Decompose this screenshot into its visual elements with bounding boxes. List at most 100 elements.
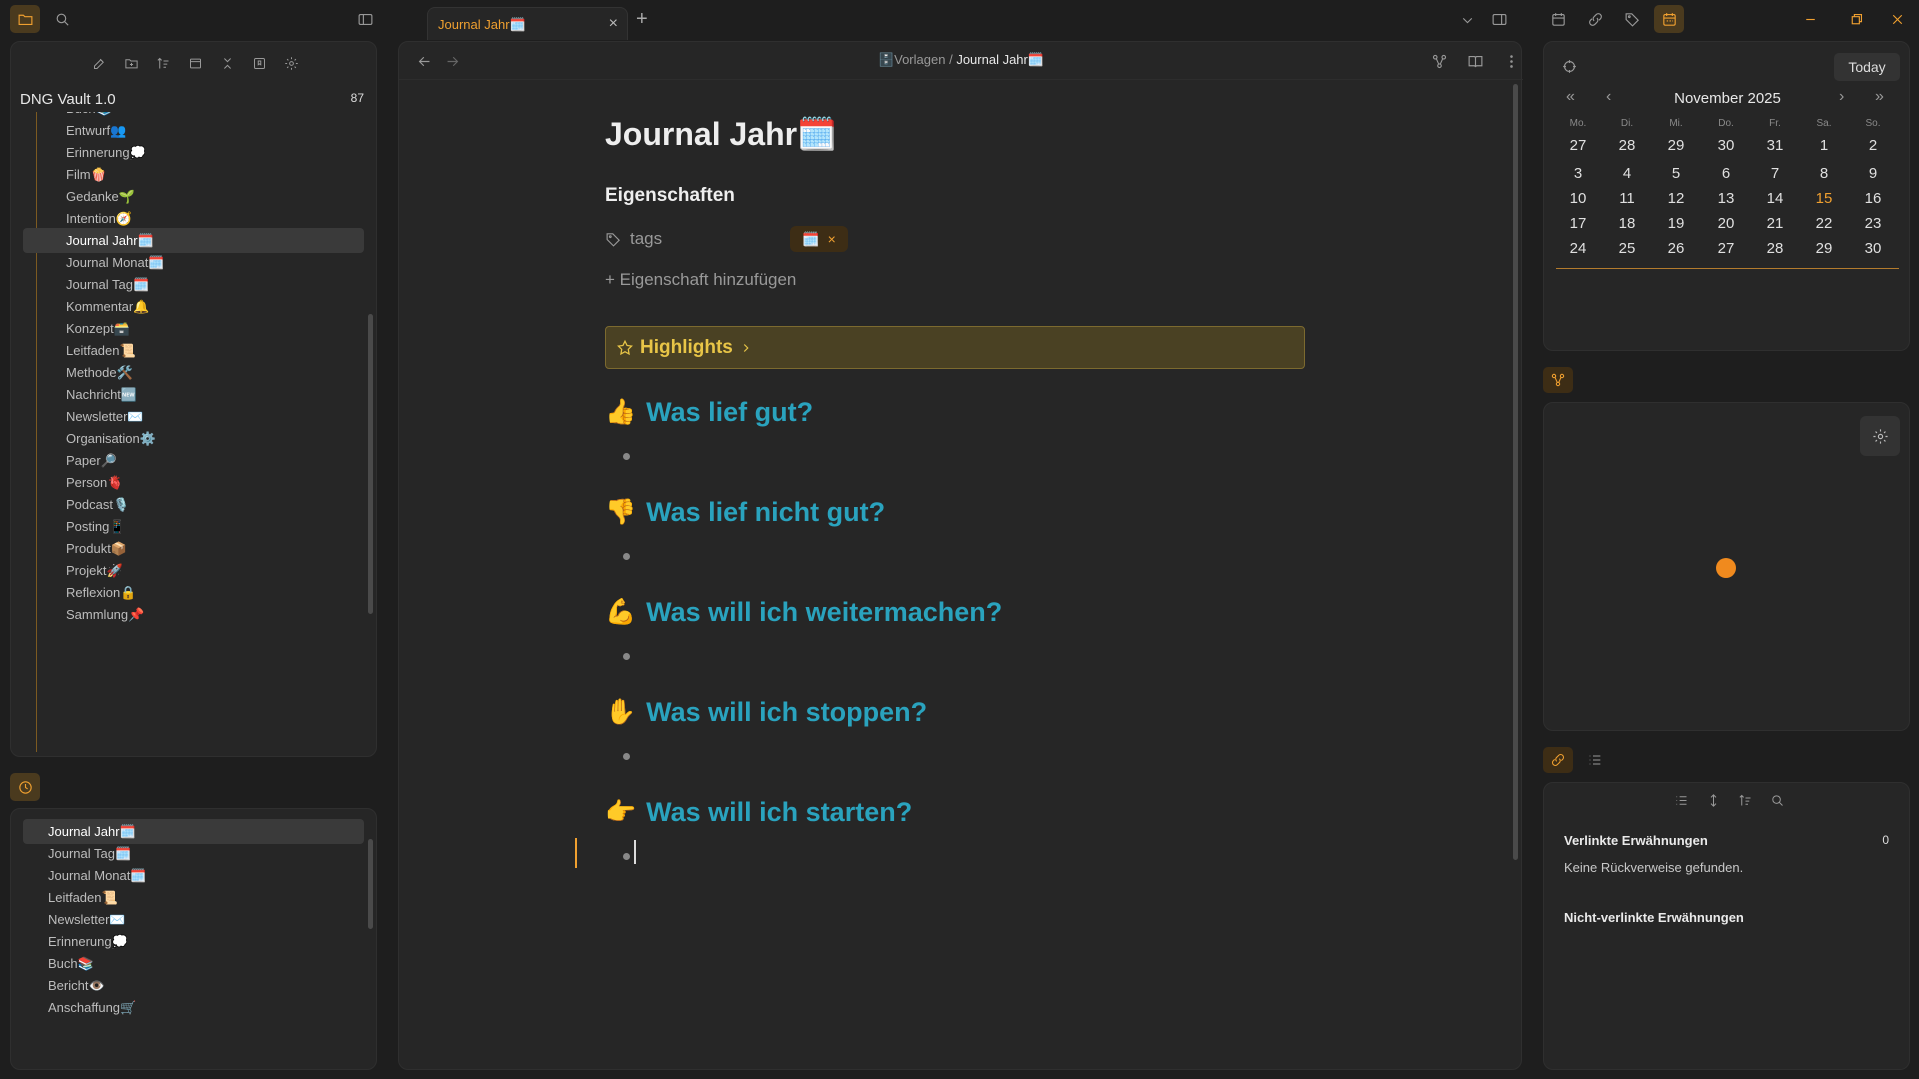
calendar-day[interactable]: 16 xyxy=(1851,190,1895,207)
tags-tab-button[interactable] xyxy=(1617,5,1647,33)
backlinks-tab-button[interactable] xyxy=(1543,747,1573,773)
section-heading[interactable]: 💪 Was will ich weitermachen? xyxy=(605,597,1002,628)
section-heading[interactable]: ✋ Was will ich stoppen? xyxy=(605,697,927,728)
vault-name[interactable]: DNG Vault 1.0 xyxy=(20,91,116,108)
tag-pill[interactable]: 🗓️ × xyxy=(790,226,848,252)
highlights-callout[interactable]: Highlights xyxy=(605,326,1305,369)
auto-reveal-button[interactable] xyxy=(184,52,206,74)
calendar-day[interactable]: 18 xyxy=(1605,215,1649,232)
outgoing-links-tab-button[interactable] xyxy=(1580,5,1610,33)
calendar-day[interactable]: 17 xyxy=(1556,215,1600,232)
calendar-day[interactable]: 1 xyxy=(1802,137,1846,154)
calendar-day[interactable]: 15 xyxy=(1802,190,1846,207)
settings-button[interactable] xyxy=(280,52,302,74)
empty-bullet-point[interactable] xyxy=(623,753,630,760)
recent-files-scrollbar[interactable] xyxy=(368,839,373,929)
right-calendar-icon-button[interactable] xyxy=(1543,5,1573,33)
graph-view-panel[interactable] xyxy=(1543,402,1910,731)
collapse-all-button[interactable] xyxy=(216,52,238,74)
search-tab-button[interactable] xyxy=(47,5,77,33)
close-window-button[interactable] xyxy=(1882,5,1912,33)
close-tab-icon[interactable]: × xyxy=(609,15,618,33)
calendar-day[interactable]: 8 xyxy=(1802,165,1846,182)
calendar-day[interactable]: 7 xyxy=(1753,165,1797,182)
calendar-day[interactable]: 29 xyxy=(1802,240,1846,257)
new-folder-button[interactable] xyxy=(120,52,142,74)
today-button[interactable]: Today xyxy=(1834,53,1900,81)
toggle-right-sidebar-button[interactable] xyxy=(1484,5,1514,33)
remove-tag-icon[interactable]: × xyxy=(828,231,836,247)
calendar-day[interactable]: 30 xyxy=(1851,240,1895,257)
calendar-day[interactable]: 12 xyxy=(1654,190,1698,207)
breadcrumb-current[interactable]: Journal Jahr🗓️ xyxy=(956,52,1044,67)
recent-files-tab-button[interactable] xyxy=(10,773,40,801)
calendar-day[interactable]: 13 xyxy=(1704,190,1748,207)
calendar-day[interactable]: 28 xyxy=(1753,240,1797,257)
section-heading[interactable]: 👎 Was lief nicht gut? xyxy=(605,497,885,528)
file-tree-item[interactable]: Sammlung📌 xyxy=(23,602,364,627)
new-note-button[interactable] xyxy=(88,52,110,74)
local-graph-button[interactable] xyxy=(1424,47,1454,75)
search-backlinks-button[interactable] xyxy=(1766,789,1788,811)
calendar-day[interactable]: 31 xyxy=(1753,137,1797,154)
section-heading[interactable]: 👍 Was lief gut? xyxy=(605,397,813,428)
property-row-tags[interactable]: tags 🗓️ × xyxy=(605,224,1205,254)
calendar-day[interactable]: 14 xyxy=(1753,190,1797,207)
calendar-day[interactable]: 21 xyxy=(1753,215,1797,232)
property-key[interactable]: tags xyxy=(605,229,662,249)
file-tree-scrollbar[interactable] xyxy=(368,314,373,614)
next-month-icon[interactable]: › xyxy=(1839,88,1844,106)
calendar-day[interactable]: 29 xyxy=(1654,137,1698,154)
new-tab-button[interactable]: + xyxy=(636,8,648,31)
calendar-day[interactable]: 4 xyxy=(1605,165,1649,182)
calendar-day[interactable]: 30 xyxy=(1704,137,1748,154)
empty-bullet-point[interactable] xyxy=(623,853,630,860)
tab-journal-jahr[interactable]: Journal Jahr🗓️ × xyxy=(427,7,628,40)
calendar-day[interactable]: 24 xyxy=(1556,240,1600,257)
calendar-day[interactable]: 2 xyxy=(1851,137,1895,154)
minimize-window-button[interactable] xyxy=(1795,5,1825,33)
calendar-day[interactable]: 3 xyxy=(1556,165,1600,182)
calendar-day[interactable]: 28 xyxy=(1605,137,1649,154)
collapse-results-button[interactable] xyxy=(1670,789,1692,811)
calendar-day[interactable]: 11 xyxy=(1605,190,1649,207)
calendar-day[interactable]: 9 xyxy=(1851,165,1895,182)
sort-order-button[interactable] xyxy=(1734,789,1756,811)
section-heading[interactable]: 👉 Was will ich starten? xyxy=(605,797,912,828)
sort-button[interactable] xyxy=(152,52,174,74)
calendar-day[interactable]: 10 xyxy=(1556,190,1600,207)
calendar-day[interactable]: 5 xyxy=(1654,165,1698,182)
calendar-day[interactable]: 6 xyxy=(1704,165,1748,182)
calendar-day[interactable]: 27 xyxy=(1556,137,1600,154)
restore-window-button[interactable] xyxy=(1841,5,1871,33)
calendar-day[interactable]: 23 xyxy=(1851,215,1895,232)
tab-list-dropdown-button[interactable] xyxy=(1452,6,1482,34)
calendar-day[interactable]: 25 xyxy=(1605,240,1649,257)
reset-calendar-button[interactable] xyxy=(1554,52,1584,80)
empty-bullet-point[interactable] xyxy=(623,653,630,660)
graph-view-tab-button[interactable] xyxy=(1543,367,1573,393)
calendar-day[interactable]: 26 xyxy=(1654,240,1698,257)
graph-node-current-note[interactable] xyxy=(1716,558,1736,578)
calendar-day[interactable]: 20 xyxy=(1704,215,1748,232)
file-explorer-tab-button[interactable] xyxy=(10,5,40,33)
more-options-button[interactable] xyxy=(1496,47,1526,75)
graph-settings-button[interactable] xyxy=(1860,416,1900,456)
next-year-icon[interactable]: » xyxy=(1875,88,1884,106)
add-property-button[interactable]: + Eigenschaft hinzufügen xyxy=(605,270,796,290)
properties-heading[interactable]: Eigenschaften xyxy=(605,185,735,207)
breadcrumb-parent[interactable]: 🗄️Vorlagen xyxy=(878,52,946,67)
calendar-tab-button[interactable] xyxy=(1654,5,1684,33)
toggle-left-sidebar-button[interactable] xyxy=(350,5,380,33)
calendar-day[interactable]: 19 xyxy=(1654,215,1698,232)
unlinked-mentions-heading[interactable]: Nicht-verlinkte Erwähnungen xyxy=(1564,910,1744,925)
calendar-day[interactable]: 27 xyxy=(1704,240,1748,257)
outline-tab-button[interactable] xyxy=(1580,747,1610,773)
show-more-context-button[interactable] xyxy=(1702,789,1724,811)
reading-view-button[interactable] xyxy=(1460,47,1490,75)
editor-scrollbar[interactable] xyxy=(1513,84,1518,860)
recent-file-item[interactable]: Anschaffung🛒 xyxy=(23,995,364,1020)
empty-bullet-point[interactable] xyxy=(623,553,630,560)
empty-bullet-point[interactable] xyxy=(623,453,630,460)
calendar-day[interactable]: 22 xyxy=(1802,215,1846,232)
